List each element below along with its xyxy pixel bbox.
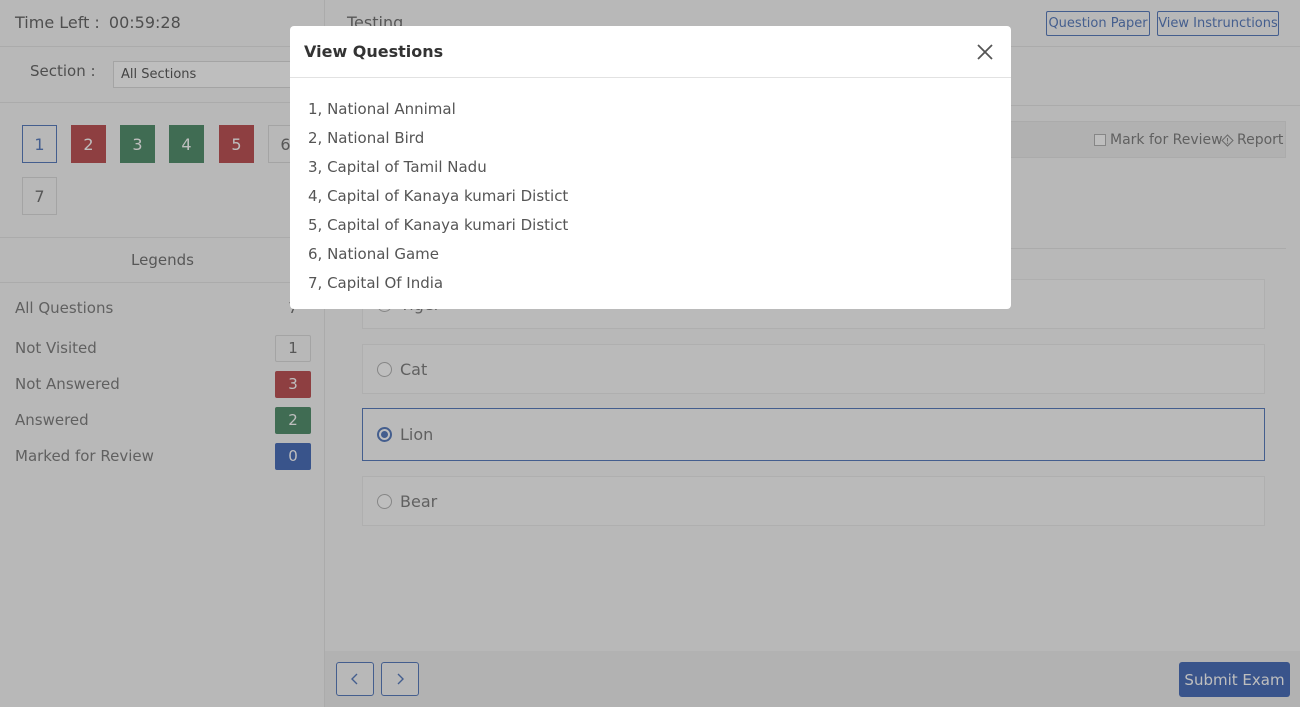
question-list-item[interactable]: 5, Capital of Kanaya kumari Distict [308, 210, 993, 239]
modal-title: View Questions [304, 42, 444, 61]
view-questions-modal: View Questions 1, National Annimal 2, Na… [290, 26, 1011, 309]
question-list-item[interactable]: 7, Capital Of India [308, 268, 993, 297]
close-button[interactable] [973, 40, 997, 64]
question-list: 1, National Annimal 2, National Bird 3, … [290, 78, 1011, 313]
close-icon [977, 43, 993, 60]
modal-header: View Questions [290, 26, 1011, 78]
question-list-item[interactable]: 2, National Bird [308, 123, 993, 152]
question-list-item[interactable]: 1, National Annimal [308, 94, 993, 123]
question-list-item[interactable]: 4, Capital of Kanaya kumari Distict [308, 181, 993, 210]
question-list-item[interactable]: 3, Capital of Tamil Nadu [308, 152, 993, 181]
question-list-item[interactable]: 6, National Game [308, 239, 993, 268]
